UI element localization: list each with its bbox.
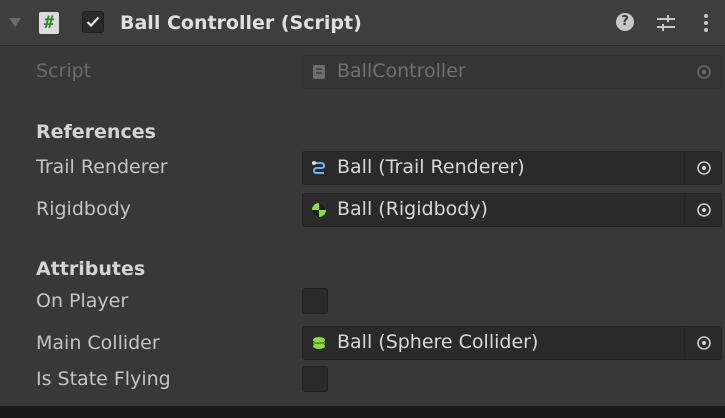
object-picker-icon[interactable] [696,160,712,176]
script-file-icon [313,65,325,79]
help-icon[interactable]: ? [614,11,638,35]
trail-renderer-icon [312,161,326,174]
trail-renderer-value: Ball (Trail Renderer) [337,156,525,178]
script-value: BallController [337,60,466,82]
rigidbody-field[interactable]: Ball (Rigidbody) [302,193,722,227]
attributes-header: Attributes [36,258,146,280]
foldout-arrow-icon[interactable] [9,18,21,27]
is-state-flying-checkbox[interactable] [302,366,328,392]
object-picker-icon [697,65,711,79]
trail-renderer-field[interactable]: Ball (Trail Renderer) [302,151,722,185]
main-collider-label: Main Collider [36,332,160,354]
main-collider-field[interactable]: Ball (Sphere Collider) [302,326,722,360]
rigidbody-icon [312,203,326,217]
script-hash-icon: # [39,12,59,34]
rigidbody-label: Rigidbody [36,198,131,220]
presets-icon[interactable] [654,11,678,35]
main-collider-value: Ball (Sphere Collider) [337,331,539,353]
trail-renderer-label: Trail Renderer [36,156,168,178]
on-player-checkbox[interactable] [302,288,328,314]
panel-bottom-divider [0,406,725,418]
sphere-collider-icon [313,337,325,349]
script-field: BallController [302,55,722,89]
component-enabled-checkbox[interactable] [82,11,104,33]
script-label: Script [36,60,92,82]
component-header[interactable]: # Ball Controller (Script) ? [0,0,725,46]
component-title: Ball Controller (Script) [120,12,362,34]
checkmark-icon [86,16,100,28]
on-player-label: On Player [36,290,129,312]
rigidbody-value: Ball (Rigidbody) [337,198,488,220]
context-menu-icon[interactable] [694,11,718,35]
object-picker-icon[interactable] [696,335,712,351]
references-header: References [36,121,156,143]
object-picker-icon[interactable] [696,202,712,218]
inspector-component-panel: # Ball Controller (Script) ? Script Ball… [0,0,725,418]
is-state-flying-label: Is State Flying [36,368,171,390]
